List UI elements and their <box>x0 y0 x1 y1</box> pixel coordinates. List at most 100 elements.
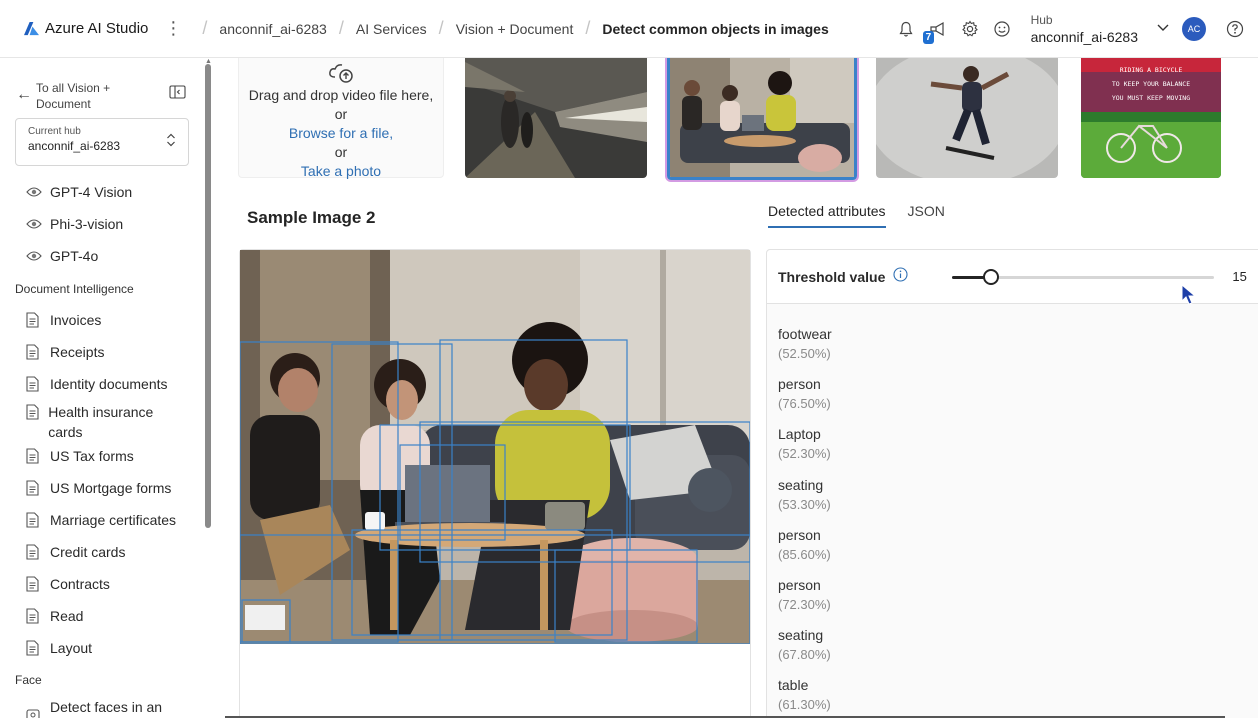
threshold-label: Threshold value <box>778 268 886 285</box>
avatar[interactable]: AC <box>1182 17 1206 41</box>
feedback-smiley-icon[interactable] <box>991 18 1013 40</box>
sidebar-item-receipts[interactable]: Receipts <box>26 344 104 360</box>
info-icon[interactable] <box>893 266 908 287</box>
attribute-confidence: (53.30%) <box>778 496 831 512</box>
notifications-bell-icon[interactable] <box>895 18 917 40</box>
drag-drop-text: Drag and drop video file here, <box>248 87 434 103</box>
sidebar-item-health-insurance-cards[interactable]: Health insurance cards <box>26 402 176 442</box>
sidebar-item-identity-documents[interactable]: Identity documents <box>26 376 168 392</box>
result-tabs: Detected attributes JSON <box>768 203 967 228</box>
sidebar-item-label: US Tax forms <box>50 448 134 464</box>
tab-json[interactable]: JSON <box>908 203 945 228</box>
hub-chevron-down-icon[interactable] <box>1156 20 1170 38</box>
document-icon <box>26 376 42 392</box>
breadcrumb-hub[interactable]: anconnif_ai-6283 <box>219 21 326 37</box>
breadcrumb-vision-document[interactable]: Vision + Document <box>456 21 574 37</box>
attribute-item: person (85.60%) <box>778 525 1258 575</box>
tab-detected-attributes[interactable]: Detected attributes <box>768 203 886 228</box>
file-drop-zone[interactable]: Drag and drop video file here, or Browse… <box>238 58 444 181</box>
sidebar-scrollbar[interactable] <box>205 64 211 528</box>
brand[interactable]: Azure AI Studio <box>24 20 148 37</box>
sidebar-item-label: Invoices <box>50 312 102 328</box>
eye-icon <box>26 186 42 198</box>
sidebar-item-label: Receipts <box>50 344 105 360</box>
more-options-icon[interactable]: ⋮ <box>164 18 182 39</box>
threshold-value: 15 <box>1232 269 1247 284</box>
attribute-name: seating <box>778 476 824 493</box>
hub-value: anconnif_ai-6283 <box>1030 29 1138 45</box>
face-frame-icon <box>26 709 42 718</box>
or-text: or <box>334 144 348 160</box>
sidebar-item-gpt4-vision[interactable]: GPT-4 Vision <box>26 184 132 200</box>
threshold-slider-handle[interactable] <box>983 268 1000 285</box>
attribute-item: person (76.50%) <box>778 374 1258 424</box>
attribute-item: Laptop (52.30%) <box>778 424 1258 474</box>
threshold-slider[interactable] <box>952 268 1215 285</box>
back-label: To all Vision + Document <box>36 81 111 111</box>
sidebar-item-detect-faces[interactable]: Detect faces in an <box>26 697 162 718</box>
bicycle-poster-thumbnail[interactable]: RIDING A BICYCLE TO KEEP YOUR BALANCE YO… <box>1081 58 1221 178</box>
attribute-confidence: (72.30%) <box>778 596 831 612</box>
cloud-upload-icon <box>239 63 443 86</box>
poster-line-3: YOU MUST KEEP MOVING <box>1112 94 1190 102</box>
breadcrumb-current: Detect common objects in images <box>602 20 829 37</box>
announcements-megaphone-icon[interactable]: 7 <box>922 18 949 44</box>
breadcrumb-ai-services[interactable]: AI Services <box>356 21 427 37</box>
collapse-panel-icon[interactable] <box>169 85 186 104</box>
back-to-vision-document[interactable]: ← To all Vision + Document <box>16 80 186 112</box>
sidebar: ← To all Vision + Document Current hub a… <box>0 58 214 718</box>
current-hub-value: anconnif_ai-6283 <box>28 139 121 153</box>
sidebar-item-credit-cards[interactable]: Credit cards <box>26 544 125 560</box>
settings-gear-icon[interactable] <box>959 18 981 40</box>
attribute-name: person <box>778 576 821 593</box>
sidebar-item-label: Marriage certificates <box>50 512 177 528</box>
breadcrumb: / anconnif_ai-6283 / AI Services / Visio… <box>202 18 829 38</box>
sidebar-item-us-tax-forms[interactable]: US Tax forms <box>26 448 134 464</box>
brand-name: Azure AI Studio <box>45 20 149 37</box>
up-down-chevron-icon <box>166 133 176 150</box>
sidebar-item-phi3-vision[interactable]: Phi-3-vision <box>26 216 123 232</box>
sidebar-item-layout[interactable]: Layout <box>26 640 92 656</box>
document-icon <box>26 544 42 560</box>
sidebar-item-us-mortgage-forms[interactable]: US Mortgage forms <box>26 480 171 496</box>
sample-image <box>240 250 750 644</box>
attribute-confidence: (85.60%) <box>778 546 831 562</box>
section-face: Face <box>15 673 42 687</box>
sample-image-frame <box>239 249 751 718</box>
hub-selector[interactable]: Hub anconnif_ai-6283 <box>1031 13 1138 45</box>
browse-file-link[interactable]: Browse for a file, <box>239 124 443 143</box>
poster-line-2: TO KEEP YOUR BALANCE <box>1112 80 1190 88</box>
sidebar-item-invoices[interactable]: Invoices <box>26 312 101 328</box>
attribute-name: Laptop <box>778 426 821 443</box>
sidebar-item-label: Detect faces in an <box>50 699 163 715</box>
sidebar-item-label: Identity documents <box>50 376 168 392</box>
mouse-pointer-icon <box>1181 284 1197 305</box>
skateboarder-thumbnail[interactable] <box>876 58 1058 178</box>
sidebar-item-read[interactable]: Read <box>26 608 83 624</box>
sidebar-item-label: GPT-4 Vision <box>50 184 133 200</box>
sample-image-title: Sample Image 2 <box>247 208 376 227</box>
attribute-item: table (61.30%) <box>778 675 1258 718</box>
sidebar-item-label: Layout <box>50 640 93 656</box>
or-text: or <box>334 106 348 122</box>
document-icon <box>26 576 42 592</box>
sidebar-item-marriage-certificates[interactable]: Marriage certificates <box>26 512 176 528</box>
sidebar-item-label: Contracts <box>50 576 110 592</box>
attribute-confidence: (76.50%) <box>778 396 831 412</box>
sidebar-item-label: Credit cards <box>50 544 126 560</box>
attribute-name: seating <box>778 627 824 644</box>
current-hub-selector[interactable]: Current hub anconnif_ai-6283 <box>15 118 189 166</box>
document-icon <box>26 448 42 464</box>
sidebar-item-label: Phi-3-vision <box>50 216 124 232</box>
subway-station-thumbnail[interactable] <box>465 58 647 178</box>
document-icon <box>26 512 42 528</box>
sidebar-item-label: GPT-4o <box>50 248 99 264</box>
take-photo-link[interactable]: Take a photo <box>239 162 443 181</box>
document-icon <box>26 312 42 328</box>
attribute-confidence: (67.80%) <box>778 647 831 663</box>
sidebar-item-gpt4o[interactable]: GPT-4o <box>26 248 98 264</box>
attribute-confidence: (61.30%) <box>778 697 831 713</box>
office-meeting-thumbnail[interactable] <box>667 58 857 180</box>
help-icon[interactable] <box>1224 18 1246 40</box>
sidebar-item-contracts[interactable]: Contracts <box>26 576 110 592</box>
